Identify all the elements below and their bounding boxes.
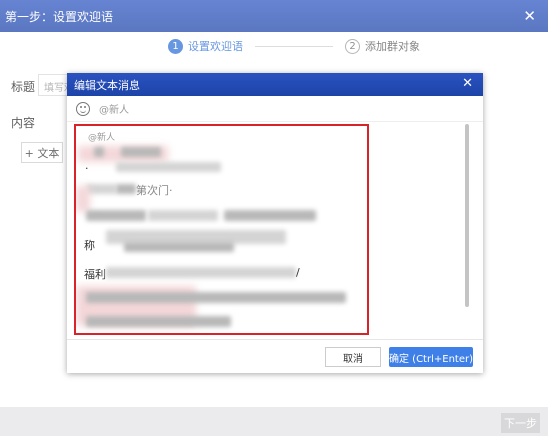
redacted-text xyxy=(86,292,346,303)
editor-scrollbar[interactable] xyxy=(465,124,469,307)
redacted-text xyxy=(121,147,161,157)
redacted-text xyxy=(86,210,146,221)
text-fragment: / xyxy=(296,266,300,279)
redacted-text xyxy=(86,316,231,327)
dialog-close-icon[interactable]: ✕ xyxy=(462,76,473,91)
redacted-text xyxy=(116,184,136,194)
redacted-text xyxy=(224,210,316,221)
editor-toolbar: @新人 xyxy=(67,96,483,122)
redacted-text xyxy=(76,186,90,212)
text-fragment: · xyxy=(85,162,89,175)
text-fragment: 福利 xyxy=(84,268,106,281)
emoji-icon[interactable] xyxy=(76,101,90,116)
editor-mention-tag: @新人 xyxy=(88,133,116,143)
redacted-text xyxy=(124,242,234,252)
redacted-text xyxy=(86,184,116,194)
text-fragment: 第次门· xyxy=(136,184,173,197)
dialog-titlebar: 编辑文本消息 xyxy=(67,73,483,96)
dialog-title: 编辑文本消息 xyxy=(74,78,140,92)
redacted-text xyxy=(106,267,296,278)
redacted-text xyxy=(116,162,221,172)
confirm-button[interactable]: 确定 (Ctrl+Enter) xyxy=(389,347,473,367)
redacted-text xyxy=(148,210,218,221)
cancel-button[interactable]: 取消 xyxy=(325,347,381,367)
message-editor[interactable]: @新人 · 第次门· 称 福利 / xyxy=(74,124,369,335)
redacted-text xyxy=(94,147,104,157)
mention-button[interactable]: @新人 xyxy=(99,101,129,116)
edit-text-dialog: 编辑文本消息 ✕ @新人 @新人 · 第次门· 称 福利 / 取消 确定 (Ct… xyxy=(67,73,483,373)
text-fragment: 称 xyxy=(84,239,95,252)
dialog-footer: 取消 确定 (Ctrl+Enter) xyxy=(67,339,483,373)
